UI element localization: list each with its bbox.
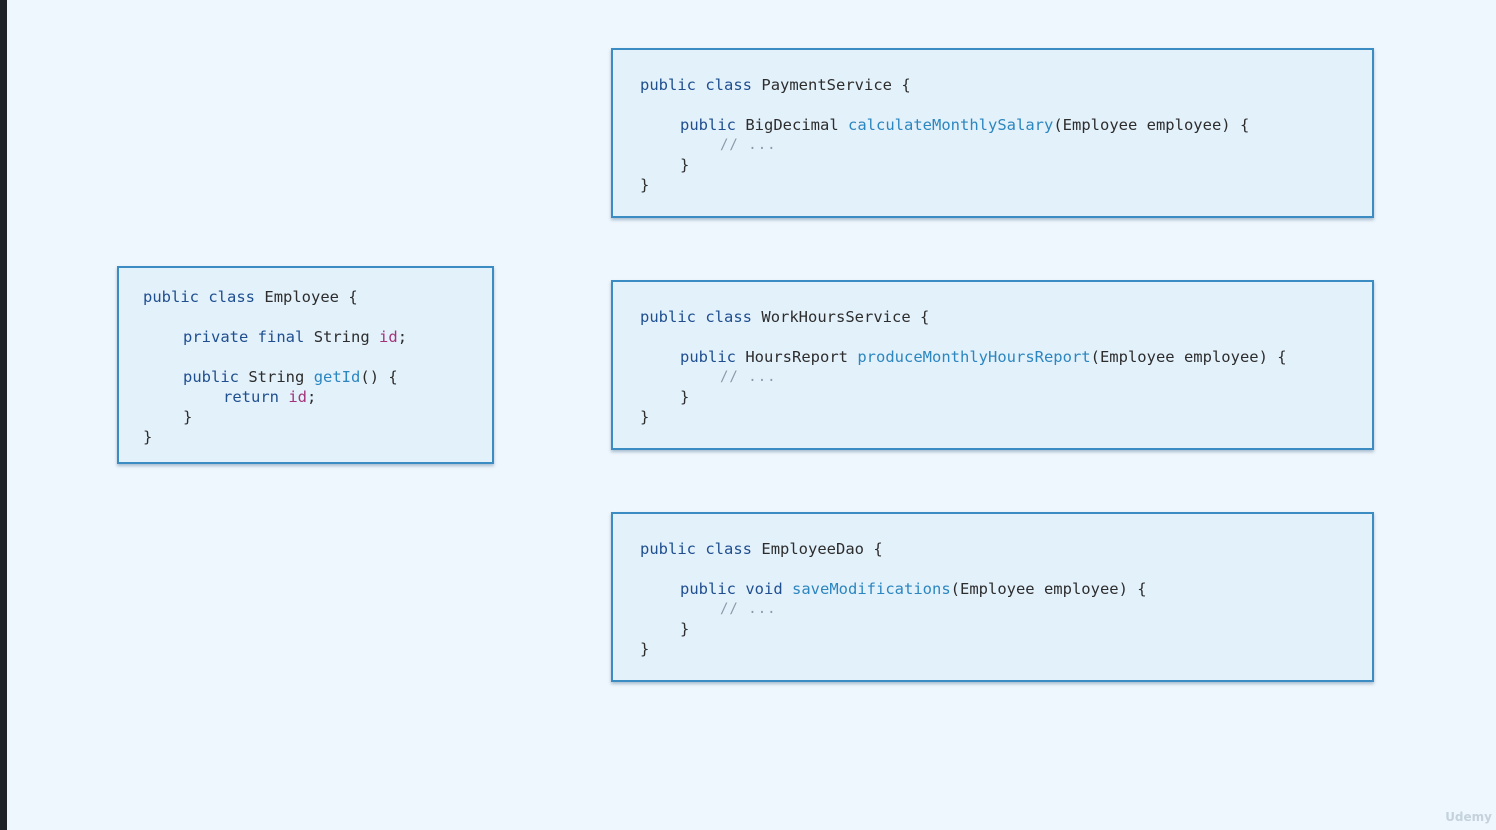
- code-line: public BigDecimal calculateMonthlySalary…: [680, 115, 1249, 135]
- keyword: class: [208, 288, 256, 306]
- keyword: public: [680, 116, 736, 134]
- code-line: }: [143, 427, 152, 447]
- class-name: Employee: [264, 288, 340, 306]
- keyword: void: [745, 580, 783, 598]
- code-line: }: [640, 175, 649, 195]
- work-hours-service-box: public class WorkHoursService { public H…: [611, 280, 1374, 450]
- code-line: public class PaymentService {: [640, 75, 911, 95]
- code-line: public class Employee {: [143, 287, 358, 307]
- method-name: saveModifications: [792, 580, 951, 598]
- brace: {: [873, 540, 883, 558]
- code-line: }: [640, 639, 649, 659]
- keyword: private: [183, 328, 249, 346]
- class-name: EmployeeDao: [761, 540, 865, 558]
- keyword: class: [705, 308, 753, 326]
- code-comment: // ...: [720, 137, 777, 153]
- keyword: public: [640, 540, 696, 558]
- type-name: String: [313, 328, 370, 346]
- type-name: BigDecimal: [745, 116, 839, 134]
- code-line: public class EmployeeDao {: [640, 539, 883, 559]
- type-name: HoursReport: [745, 348, 848, 366]
- keyword: return: [223, 388, 279, 406]
- type-name: String: [248, 368, 305, 386]
- method-name: getId: [313, 368, 361, 386]
- keyword: public: [680, 580, 736, 598]
- punctuation: ;: [397, 328, 408, 346]
- udemy-watermark: Udemy: [1445, 810, 1492, 824]
- class-name: WorkHoursService: [761, 308, 911, 326]
- brace: {: [348, 288, 358, 306]
- method-name: calculateMonthlySalary: [848, 116, 1054, 134]
- brace: {: [901, 76, 911, 94]
- method-params: (Employee employee) {: [1090, 348, 1287, 366]
- brace: {: [920, 308, 930, 326]
- method-params: (Employee employee) {: [950, 580, 1147, 598]
- keyword: class: [705, 76, 753, 94]
- keyword: class: [705, 540, 753, 558]
- brace: }: [680, 388, 690, 406]
- keyword: public: [640, 76, 696, 94]
- code-line: }: [680, 387, 689, 407]
- employee-dao-box: public class EmployeeDao { public void s…: [611, 512, 1374, 682]
- code-line: public class WorkHoursService {: [640, 307, 929, 327]
- code-line: public String getId() {: [183, 367, 398, 387]
- code-line: }: [183, 407, 192, 427]
- brace: }: [680, 620, 690, 638]
- brace: }: [640, 640, 650, 658]
- punctuation: ;: [307, 388, 317, 406]
- code-comment: // ...: [720, 369, 777, 385]
- field-name: id: [379, 328, 398, 346]
- keyword: public: [183, 368, 239, 386]
- window-edge: [0, 0, 7, 830]
- code-line: public HoursReport produceMonthlyHoursRe…: [680, 347, 1287, 367]
- method-params: (Employee employee) {: [1053, 116, 1250, 134]
- brace: }: [640, 408, 650, 426]
- code-line: }: [640, 407, 649, 427]
- brace: }: [680, 156, 690, 174]
- employee-class-box: public class Employee { private final St…: [117, 266, 494, 464]
- code-line: }: [680, 155, 689, 175]
- brace: }: [183, 408, 193, 426]
- code-line: private final String id;: [183, 327, 407, 347]
- class-name: PaymentService: [761, 76, 893, 94]
- code-line: return id;: [223, 387, 316, 407]
- field-name: id: [288, 388, 308, 406]
- keyword: public: [640, 308, 696, 326]
- brace: }: [143, 428, 153, 446]
- keyword: public: [680, 348, 736, 366]
- code-comment: // ...: [720, 601, 777, 617]
- keyword: public: [143, 288, 199, 306]
- code-line: }: [680, 619, 689, 639]
- code-line: public void saveModifications(Employee e…: [680, 579, 1147, 599]
- payment-service-box: public class PaymentService { public Big…: [611, 48, 1374, 218]
- method-name: produceMonthlyHoursReport: [857, 348, 1091, 366]
- brace: }: [640, 176, 650, 194]
- punctuation: () {: [360, 368, 398, 386]
- keyword: final: [257, 328, 305, 346]
